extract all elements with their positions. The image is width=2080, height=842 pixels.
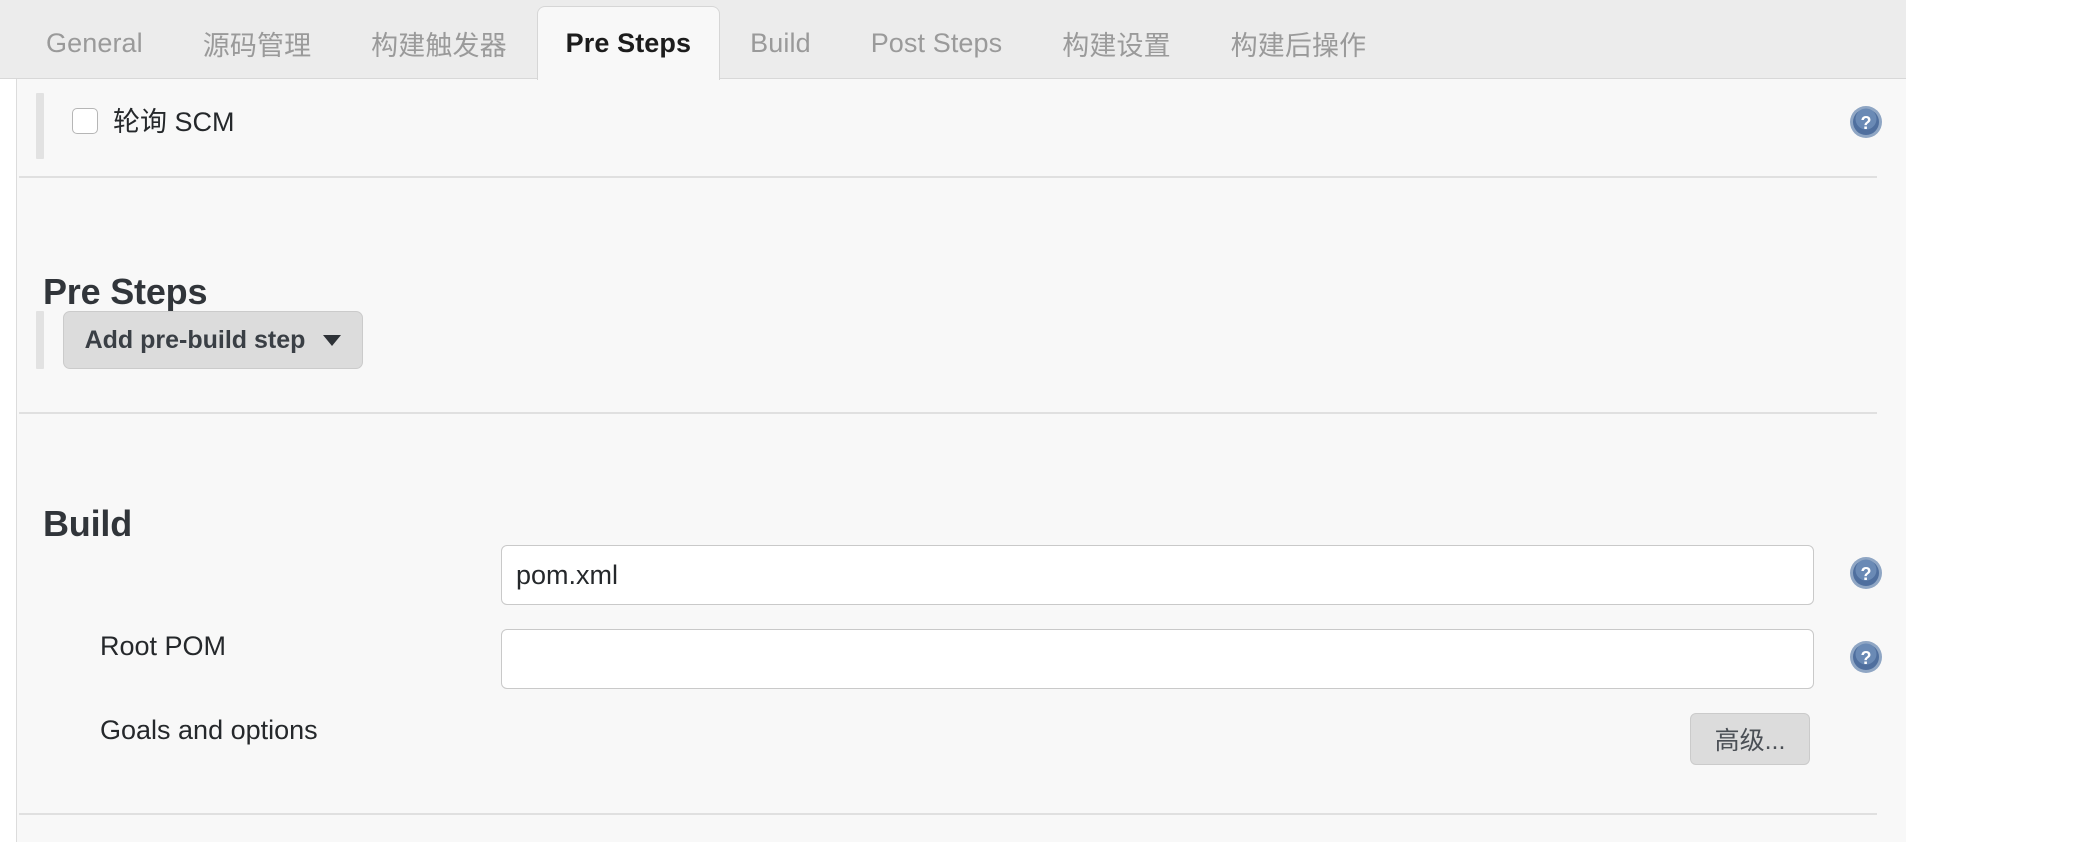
help-circle-icon-goals[interactable]: ?	[1849, 640, 1883, 674]
add-pre-build-step-button[interactable]: Add pre-build step	[63, 311, 363, 369]
pre-steps-heading: Pre Steps	[43, 271, 208, 312]
chevron-down-icon	[323, 334, 342, 346]
scm-row-accent-bar	[36, 93, 44, 159]
tab-构建设置[interactable]: 构建设置	[1032, 8, 1200, 79]
help-circle-icon-poll-scm[interactable]: ?	[1849, 105, 1883, 139]
tab-源码管理[interactable]: 源码管理	[173, 8, 341, 79]
divider-after-build	[19, 813, 1877, 815]
tab-构建触发器[interactable]: 构建触发器	[341, 8, 537, 79]
build-heading: Build	[43, 503, 132, 544]
tab-build[interactable]: Build	[720, 8, 841, 79]
divider-after-pre-steps	[19, 412, 1877, 414]
advanced-button-label: 高级...	[1714, 727, 1786, 755]
tab-构建后操作[interactable]: 构建后操作	[1201, 8, 1397, 79]
root-pom-input[interactable]	[501, 545, 1814, 605]
pre-steps-accent-bar	[36, 311, 44, 369]
tab-list: General 源码管理 构建触发器 Pre Steps Build Post Steps…	[16, 0, 1397, 80]
svg-text:?: ?	[1861, 113, 1872, 133]
goals-and-options-label: Goals and options	[100, 715, 318, 745]
svg-text:?: ?	[1861, 564, 1872, 584]
tab-post-steps[interactable]: Post Steps	[841, 8, 1033, 79]
config-tab-bar: General 源码管理 构建触发器 Pre Steps Build Post Steps…	[0, 0, 1906, 80]
advanced-button[interactable]: 高级...	[1690, 713, 1810, 765]
config-content-panel: 轮询 SCM ? Pre Steps Add pre-build step Bu…	[16, 79, 1906, 842]
poll-scm-checkbox[interactable]	[72, 108, 98, 134]
jenkins-job-config-page: General 源码管理 构建触发器 Pre Steps Build Post Steps…	[0, 0, 2080, 842]
goals-and-options-input[interactable]	[501, 629, 1814, 689]
divider-after-scm	[19, 176, 1877, 178]
tab-general[interactable]: General	[16, 8, 173, 79]
help-circle-icon-root-pom[interactable]: ?	[1849, 556, 1883, 590]
tab-pre-steps[interactable]: Pre Steps	[536, 6, 721, 80]
add-pre-build-step-label: Add pre-build step	[84, 325, 306, 354]
svg-text:?: ?	[1861, 648, 1872, 668]
root-pom-label: Root POM	[100, 631, 227, 661]
poll-scm-label: 轮询 SCM	[113, 107, 235, 137]
